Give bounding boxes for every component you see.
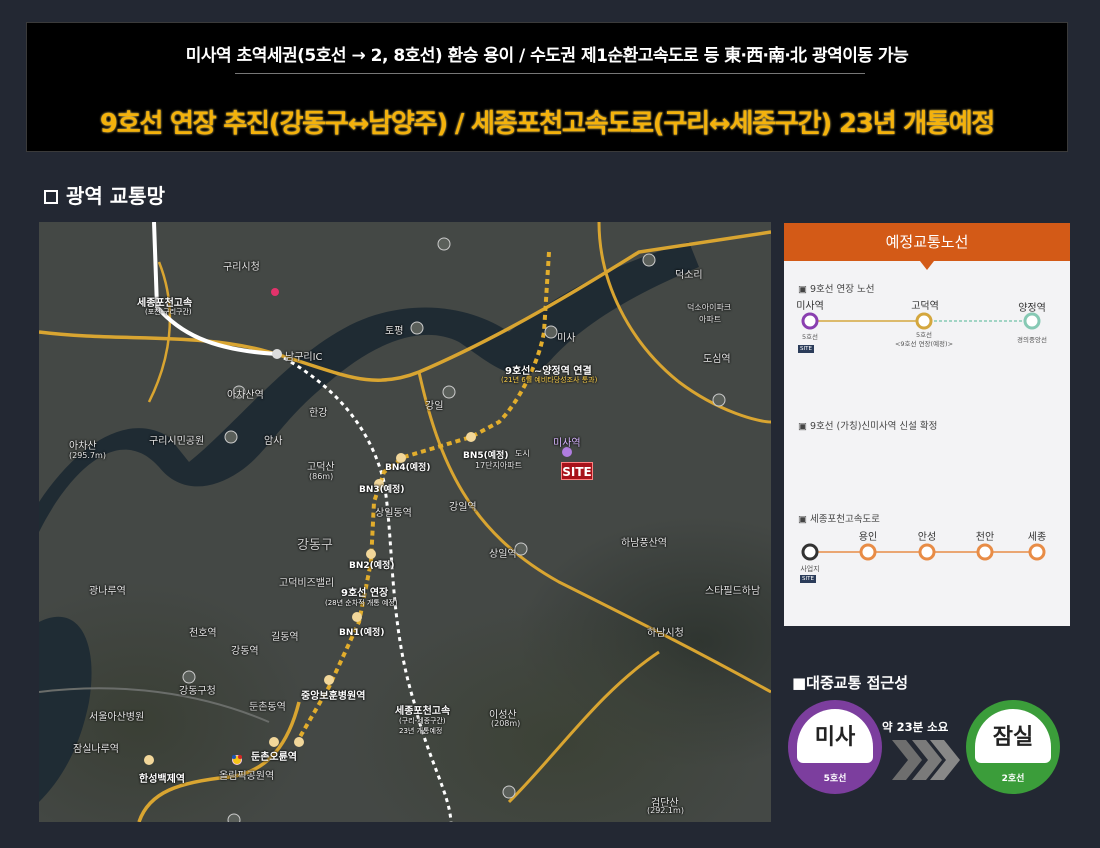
map-label-bn3: BN3(예정) <box>359 485 405 495</box>
map-label-district: 강동구 <box>297 538 333 553</box>
map-label-station: 한성백제역 <box>139 774 185 785</box>
map-label-sub: (28년 순차적 개통 예정) <box>325 599 398 607</box>
map-label: 강동구청 <box>179 686 216 697</box>
map-label: 강동역 <box>231 646 259 657</box>
map-label: 고덕비즈밸리 <box>279 578 335 589</box>
section-title: 광역 교통망 <box>44 180 165 209</box>
sejong-section-title: ▣ 세종포천고속도로 <box>798 514 880 525</box>
line9-section-title: ▣ 9호선 연장 노선 <box>798 284 875 295</box>
map-label: 하남시청 <box>647 628 684 639</box>
map-label: 아차산 <box>69 441 97 452</box>
origin-station-name: 미사 <box>797 709 873 763</box>
destination-station-name: 잠실 <box>975 709 1051 763</box>
panel-header-notch <box>920 261 934 270</box>
map-label: 스타필드하남 <box>705 586 761 597</box>
site-marker[interactable]: SITE <box>561 462 593 480</box>
transport-map[interactable]: 구리시청 세종포천고속 (포천-구리구간) 남구리IC 토평 아차산 (295.… <box>39 222 771 822</box>
station-sub-yangjeong: 경의중앙선 <box>1017 336 1047 344</box>
banner-divider <box>235 73 865 74</box>
map-label: 서울아산병원 <box>89 712 145 723</box>
map-label: 덕소아이파크 <box>687 303 732 312</box>
map-label: 길동역 <box>271 632 299 643</box>
banner-line-2: 9호선 연장 추진(강동구↔남양주) / 세종포천고속도로(구리↔세종구간) 2… <box>99 109 996 139</box>
chevron-arrows-icon <box>892 740 960 780</box>
map-label: 하남풍산역 <box>621 538 667 549</box>
map-label: (295.7m) <box>69 451 106 460</box>
panel-header: 예정교통노선 <box>784 223 1070 261</box>
map-label: 아파트 <box>699 315 722 324</box>
map-label-sub: (구리-세종구간) <box>399 717 446 725</box>
map-label-bn2: BN2(예정) <box>349 561 395 571</box>
map-label: (208m) <box>491 719 521 728</box>
map-label: 도시 <box>515 449 530 458</box>
line9-new-station-title: ▣ 9호선 (가칭)신미사역 신설 확정 <box>798 421 938 432</box>
station-sub-godeok: 5호선 <9호선 연장(예정)> <box>894 331 954 348</box>
map-label: 구리시청 <box>223 262 260 273</box>
map-label: 한강 <box>309 408 328 419</box>
map-label-bn1: BN1(예정) <box>339 628 385 638</box>
site-chip: SITE <box>800 575 816 583</box>
station-sub-misa: 5호선 <box>801 333 819 341</box>
site-chip: SITE <box>798 345 814 353</box>
banner-line-1: 미사역 초역세권(5호선 → 2, 8호선) 환승 용이 / 수도권 제1순환고… <box>185 46 909 66</box>
map-label-namguri-ic: 남구리IC <box>285 352 323 363</box>
map-label: 천호역 <box>189 628 217 639</box>
map-label: 강일 <box>425 401 444 412</box>
map-label-station: 둔촌오륜역 <box>251 752 297 763</box>
origin-label: 사업지 <box>800 565 820 573</box>
header-banner: 미사역 초역세권(5호선 → 2, 8호선) 환승 용이 / 수도권 제1순환고… <box>26 22 1068 152</box>
destination-station-badge: 잠실 2호선 <box>966 700 1060 794</box>
destination-station-line: 2호선 <box>1001 774 1025 784</box>
map-label-bn4: BN4(예정) <box>385 463 431 473</box>
map-label: 토평 <box>385 326 404 337</box>
planned-lines-panel: 예정교통노선 ▣ 9호선 연장 노선 미사역 고덕역 양정역 5호선 SITE … <box>784 223 1070 626</box>
origin-station-line: 5호선 <box>823 774 847 784</box>
map-label: (86m) <box>309 472 334 481</box>
map-label: 광나루역 <box>89 586 126 597</box>
map-label: 잠실나루역 <box>73 744 119 755</box>
checkbox-square-icon <box>44 190 58 204</box>
map-label-sejong-bottom: 세종포천고속 <box>395 706 451 717</box>
access-title: ■대중교통 접근성 <box>792 674 908 692</box>
map-label: 아차산역 <box>227 390 264 401</box>
map-label: 암사 <box>264 436 283 447</box>
origin-station-badge: 미사 5호선 <box>788 700 882 794</box>
map-label: (292.1m) <box>647 806 684 815</box>
map-label: 덕소리 <box>675 270 703 281</box>
map-label-line9: 9호선 연장 <box>341 588 389 599</box>
map-label-misa-station: 미사역 <box>553 438 581 449</box>
map-label: 올림픽공원역 <box>219 771 275 782</box>
travel-time: 약 23분 소요 <box>882 720 949 734</box>
map-label: 고덕산 <box>307 462 335 473</box>
map-label-sub: 23년 개통예정 <box>399 727 443 735</box>
map-label: 도심역 <box>703 354 731 365</box>
map-label-sub: (21년 6월 예비타당성조사 통과) <box>501 376 598 384</box>
map-label: 둔촌동역 <box>249 702 286 713</box>
map-label: 강일역 <box>449 502 477 513</box>
map-label: 17단지아파트 <box>475 461 522 470</box>
map-label: 구리시민공원 <box>149 436 205 447</box>
map-label-station: 중앙보훈병원역 <box>301 691 366 702</box>
map-label: 미사 <box>557 333 576 344</box>
map-label: 상일역 <box>489 549 517 560</box>
map-label: 상일동역 <box>375 508 412 519</box>
map-label-sub: (포천-구리구간) <box>145 308 192 316</box>
